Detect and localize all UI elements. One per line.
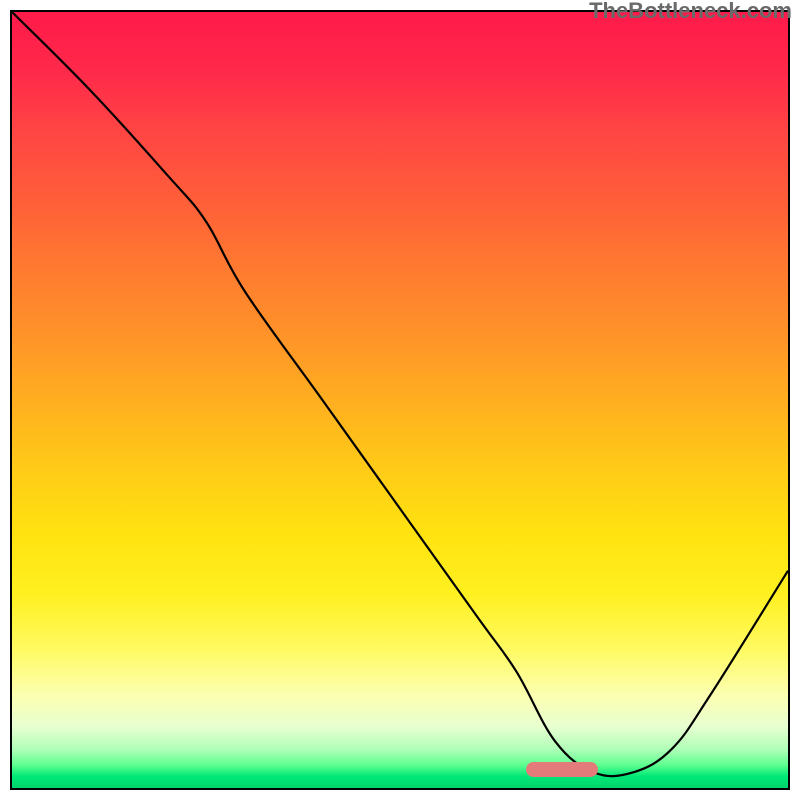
chart-container bbox=[10, 10, 790, 790]
bottleneck-curve bbox=[12, 12, 788, 776]
optimal-marker bbox=[526, 762, 598, 777]
attribution-label: TheBottleneck.com bbox=[589, 0, 792, 24]
curve-layer bbox=[12, 12, 788, 788]
